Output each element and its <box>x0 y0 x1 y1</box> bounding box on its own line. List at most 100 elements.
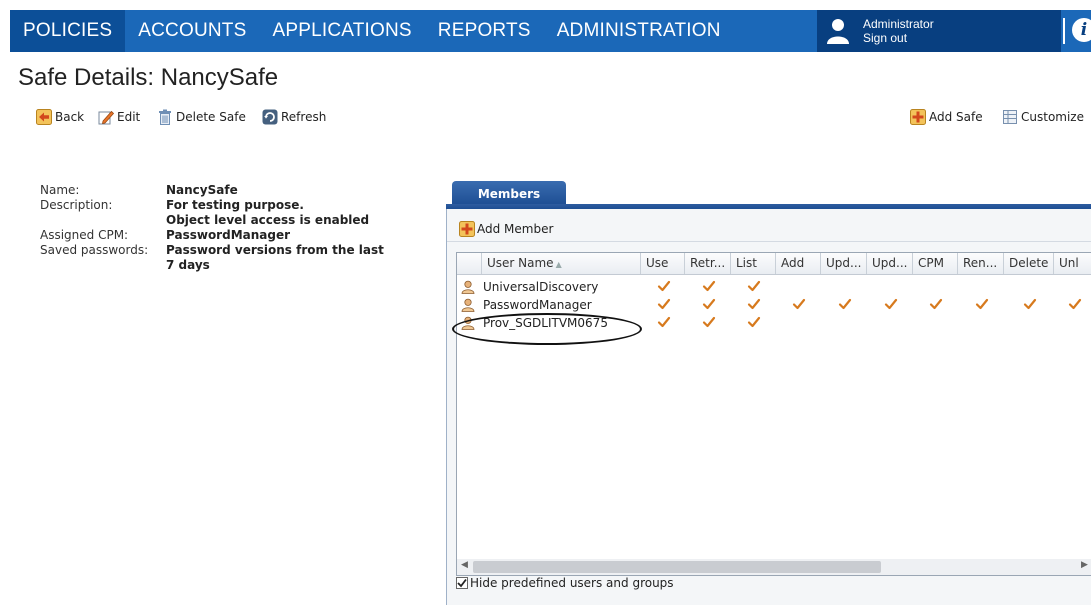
sort-ascending-icon: ▲ <box>555 260 562 269</box>
back-arrow-icon <box>36 109 52 125</box>
col-add[interactable]: Add <box>775 253 820 274</box>
detail-row-cpm: Assigned CPM: PasswordManager <box>40 228 420 243</box>
top-bar: POLICIES ACCOUNTS APPLICATIONS REPORTS A… <box>0 0 1091 62</box>
add-safe-icon <box>910 109 926 125</box>
edit-label: Edit <box>117 110 141 124</box>
col-rename[interactable]: Ren... <box>957 253 1003 274</box>
checkmark-icon <box>702 280 716 292</box>
name-value: NancySafe <box>166 183 238 197</box>
table-row[interactable]: Prov_SGDLITVM0675 <box>457 313 1091 333</box>
cpm-value: PasswordManager <box>166 228 291 242</box>
user-icon <box>461 316 475 330</box>
page-title: Safe Details: NancySafe <box>18 64 279 91</box>
description-label: Description: <box>40 198 113 212</box>
col-list[interactable]: List <box>730 253 775 274</box>
members-panel: Add Member User Name ▲ Use Retr... List A… <box>446 209 1091 605</box>
checkmark-icon <box>838 298 852 310</box>
name-label: Name: <box>40 183 80 197</box>
back-label: Back <box>55 110 85 124</box>
nav-policies[interactable]: POLICIES <box>10 10 126 52</box>
checkmark-icon <box>792 298 806 310</box>
col-icon-header <box>457 253 481 274</box>
back-button[interactable]: Back <box>36 107 84 127</box>
table-row[interactable]: UniversalDiscovery <box>457 277 1091 297</box>
checkmark-icon <box>747 280 761 292</box>
scrollbar-thumb[interactable] <box>473 561 881 573</box>
checkmark-icon <box>1023 298 1037 310</box>
checkmark-icon <box>1068 298 1082 310</box>
add-member-icon <box>459 221 475 237</box>
detail-row-object-level: Object level access is enabled <box>40 213 420 228</box>
saved-passwords-value-line1: Password versions from the last <box>166 243 384 257</box>
checkmark-icon <box>702 316 716 328</box>
refresh-label: Refresh <box>281 110 327 124</box>
col-use[interactable]: Use <box>640 253 684 274</box>
nav-applications[interactable]: APPLICATIONS <box>259 10 424 52</box>
edit-button[interactable]: Edit <box>98 107 140 127</box>
col-cpm[interactable]: CPM <box>912 253 957 274</box>
checkmark-icon <box>975 298 989 310</box>
member-user-name: PasswordManager <box>483 298 592 312</box>
pencil-icon <box>98 110 114 125</box>
hide-predefined-checkbox[interactable] <box>456 577 468 589</box>
checkmark-icon <box>747 316 761 328</box>
scroll-right-icon[interactable]: ▶ <box>1081 560 1088 570</box>
nav-accounts[interactable]: ACCOUNTS <box>125 10 259 52</box>
user-avatar-icon <box>827 19 849 44</box>
safe-toolbar: Back Edit Delete Safe Refresh Add Safe C… <box>0 107 1091 129</box>
customize-button[interactable]: Customize <box>1002 107 1084 127</box>
checkmark-icon <box>657 298 671 310</box>
object-level-note: Object level access is enabled <box>166 213 370 227</box>
refresh-icon <box>262 109 278 125</box>
members-toolbar: Add Member <box>447 217 1091 242</box>
member-user-name: UniversalDiscovery <box>483 280 599 294</box>
tab-members[interactable]: Members <box>452 181 566 205</box>
delete-safe-label: Delete Safe <box>176 110 246 124</box>
customize-grid-icon <box>1003 110 1017 124</box>
checkmark-icon <box>657 280 671 292</box>
add-member-button[interactable]: Add Member <box>459 221 553 237</box>
checkmark-icon <box>747 298 761 310</box>
members-grid: User Name ▲ Use Retr... List Add Upd... U… <box>456 252 1091 576</box>
trash-icon <box>159 109 171 125</box>
hide-predefined-label: Hide predefined users and groups <box>470 576 674 590</box>
checkmark-icon <box>884 298 898 310</box>
saved-passwords-value-line2: 7 days <box>166 258 210 272</box>
checkmark-icon <box>657 316 671 328</box>
col-delete[interactable]: Delete <box>1003 253 1053 274</box>
table-row[interactable]: PasswordManager <box>457 295 1091 315</box>
col-user-name-label: User Name <box>487 256 554 270</box>
col-retrieve[interactable]: Retr... <box>684 253 730 274</box>
nav-reports[interactable]: REPORTS <box>425 10 544 52</box>
col-user-name[interactable]: User Name ▲ <box>481 253 640 274</box>
user-icon <box>461 298 475 312</box>
col-update-1[interactable]: Upd... <box>820 253 866 274</box>
scroll-left-icon[interactable]: ◀ <box>461 560 468 570</box>
col-update-2[interactable]: Upd... <box>866 253 912 274</box>
nav-administration[interactable]: ADMINISTRATION <box>544 10 734 52</box>
cpm-label: Assigned CPM: <box>40 228 129 242</box>
checkmark-icon <box>702 298 716 310</box>
info-icon[interactable]: i <box>1072 18 1091 42</box>
user-box: Administrator Sign out <box>817 10 1061 52</box>
detail-row-name: Name: NancySafe <box>40 183 420 198</box>
col-unlock[interactable]: Unl <box>1053 253 1091 274</box>
member-cell: PasswordManager <box>461 295 592 315</box>
member-cell: Prov_SGDLITVM0675 <box>461 313 608 333</box>
refresh-button[interactable]: Refresh <box>262 107 326 127</box>
horizontal-scrollbar[interactable]: ◀ ▶ <box>457 559 1091 575</box>
delete-safe-button[interactable]: Delete Safe <box>157 107 246 127</box>
add-member-label: Add Member <box>477 222 554 236</box>
user-name: Administrator <box>863 17 934 31</box>
sign-out-link[interactable]: Sign out <box>863 31 934 45</box>
add-safe-button[interactable]: Add Safe <box>910 107 983 127</box>
saved-passwords-label: Saved passwords: <box>40 243 149 257</box>
member-user-name: Prov_SGDLITVM0675 <box>483 316 608 330</box>
hide-predefined-option[interactable]: Hide predefined users and groups <box>456 576 674 590</box>
checkmark-icon <box>929 298 943 310</box>
main-navigation: POLICIES ACCOUNTS APPLICATIONS REPORTS A… <box>10 10 1091 52</box>
safe-details: Name: NancySafe Description: For testing… <box>40 183 420 273</box>
members-grid-header: User Name ▲ Use Retr... List Add Upd... U… <box>457 253 1091 275</box>
add-safe-label: Add Safe <box>929 110 983 124</box>
customize-label: Customize <box>1021 110 1084 124</box>
